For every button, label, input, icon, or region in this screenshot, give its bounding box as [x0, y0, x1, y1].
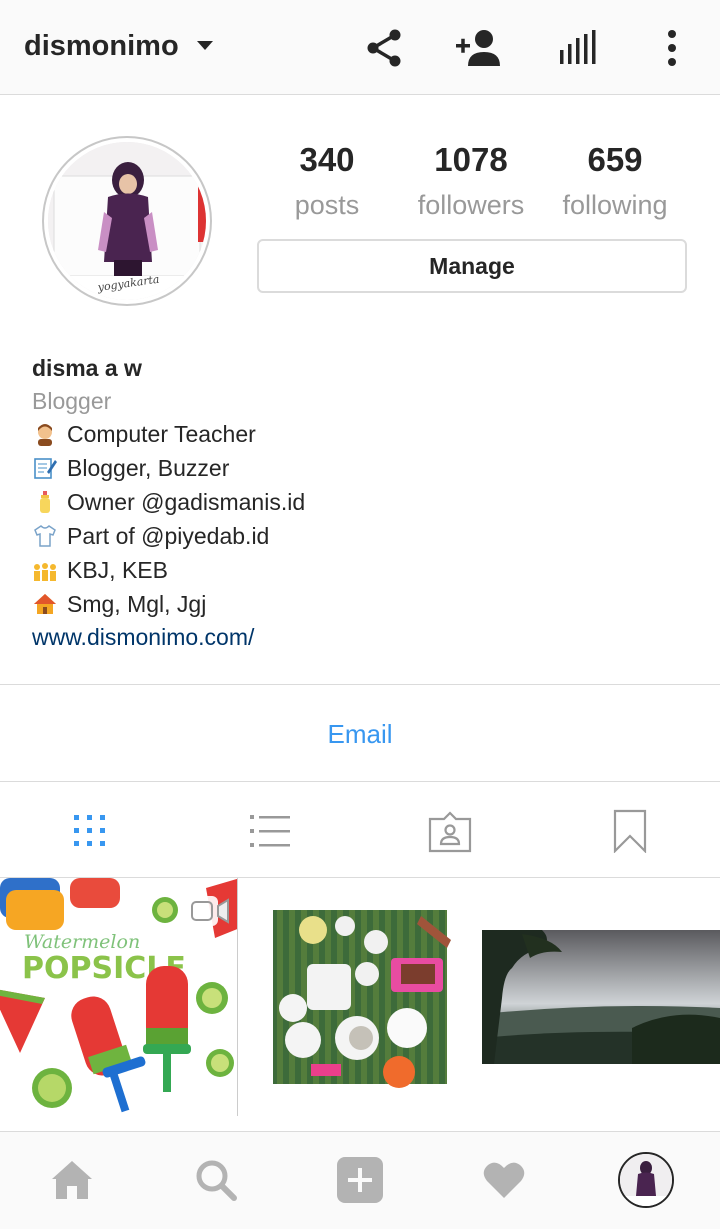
posts-count: 340: [299, 141, 355, 178]
bio-line-text: Part of @piyedab.id: [67, 523, 270, 549]
following-label: following: [562, 190, 668, 220]
username-title[interactable]: dismonimo: [24, 26, 179, 66]
insights-icon[interactable]: [550, 22, 602, 74]
tagged-photos-tab-icon[interactable]: [420, 806, 480, 856]
website-link[interactable]: www.dismonimo.com/: [32, 622, 254, 652]
avatar: yogyakarta: [48, 142, 206, 300]
house-emoji-icon: [32, 591, 58, 617]
posts-label: posts: [294, 190, 360, 220]
following-count: 659: [587, 141, 643, 178]
bio-line: Blogger, Buzzer: [32, 453, 229, 483]
heart-icon[interactable]: [474, 1150, 534, 1210]
list-view-tab-icon[interactable]: [240, 806, 300, 856]
teacher-emoji-icon: [32, 421, 58, 447]
bio-line: KBJ, KEB: [32, 555, 168, 585]
search-icon[interactable]: [186, 1150, 246, 1210]
profile-avatar[interactable]: yogyakarta: [42, 136, 212, 306]
bio-line-text: Blogger, Buzzer: [67, 455, 230, 481]
bio-line-text: KBJ, KEB: [67, 557, 168, 583]
home-icon[interactable]: [42, 1150, 102, 1210]
stat-followers[interactable]: 1078 followers: [396, 140, 546, 230]
divider: [0, 684, 720, 685]
followers-label: followers: [417, 190, 525, 220]
post-title-line1: Watermelon: [24, 931, 140, 953]
divider: [0, 781, 720, 782]
video-icon: [186, 896, 230, 926]
chevron-down-icon[interactable]: [197, 41, 213, 50]
bio-line: Computer Teacher: [32, 419, 256, 449]
post-thumbnail[interactable]: Watermelon POPSICLE: [0, 878, 238, 1116]
profile-tab-avatar[interactable]: [618, 1152, 674, 1208]
followers-count: 1078: [434, 141, 508, 178]
bio-line-text: Owner @gadismanis.id: [67, 489, 306, 515]
add-person-icon[interactable]: [453, 22, 505, 74]
grid-view-tab-icon[interactable]: [60, 806, 120, 856]
manage-button[interactable]: Manage: [257, 239, 687, 293]
stat-following[interactable]: 659 following: [540, 140, 690, 230]
tshirt-emoji-icon: [32, 523, 58, 549]
post-thumbnail[interactable]: [241, 878, 479, 1116]
profile-name: disma a w: [32, 355, 142, 381]
share-icon[interactable]: [358, 22, 410, 74]
post-thumbnail[interactable]: [482, 878, 720, 1116]
profile-category: Blogger: [32, 388, 112, 414]
baby-bottle-emoji-icon: [32, 489, 58, 515]
email-button[interactable]: Email: [0, 704, 720, 764]
bio-line: Owner @gadismanis.id: [32, 487, 305, 517]
bio-line: Smg, Mgl, Jgj: [32, 589, 206, 619]
bio-line-text: Smg, Mgl, Jgj: [67, 591, 207, 617]
family-emoji-icon: [32, 557, 58, 583]
new-post-icon[interactable]: [330, 1150, 390, 1210]
bio-line: Part of @piyedab.id: [32, 521, 269, 551]
stat-posts[interactable]: 340 posts: [252, 140, 402, 230]
memo-emoji-icon: [32, 455, 58, 481]
more-options-icon[interactable]: [646, 22, 698, 74]
bio-line-text: Computer Teacher: [67, 421, 256, 447]
saved-tab-icon[interactable]: [600, 806, 660, 856]
